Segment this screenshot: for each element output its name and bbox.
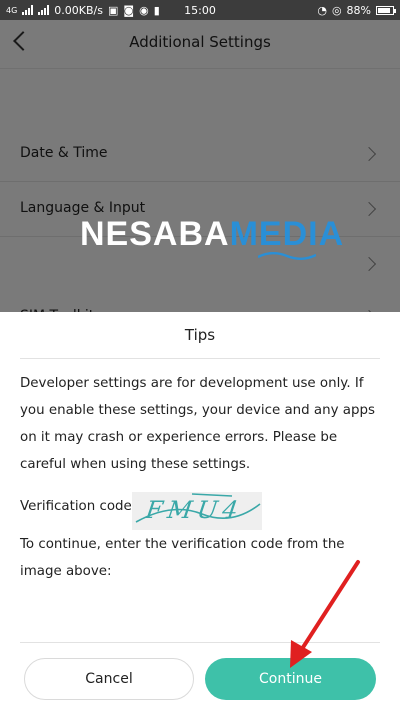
dialog-title: Tips xyxy=(184,326,216,344)
notification-icon: ▮ xyxy=(153,3,160,17)
signal-icon-2 xyxy=(38,5,50,15)
battery-icon xyxy=(376,5,396,15)
tips-dialog: Tips Developer settings are for developm… xyxy=(0,312,400,711)
chrome-icon: ◉ xyxy=(139,3,149,17)
alarm-icon: ◔ xyxy=(317,3,327,17)
network-speed: 0.00KB/s xyxy=(54,3,103,17)
cancel-button[interactable]: Cancel xyxy=(24,658,194,700)
verification-hint: To continue, enter the verification code… xyxy=(20,537,345,579)
battery-percent: 88% xyxy=(346,3,371,17)
status-bar: 4G 0.00KB/s ▣ ◙ ◉ ▮ 15:00 ◔ ◎ 88% xyxy=(0,0,400,20)
wave-icon xyxy=(258,252,316,260)
captcha-image: FMU4 xyxy=(132,492,262,530)
signal-icon xyxy=(22,5,34,15)
verification-label: Verification code: xyxy=(20,499,137,514)
divider xyxy=(20,358,380,359)
captcha-noise xyxy=(135,493,261,523)
instagram-icon: ◙ xyxy=(123,3,135,17)
watermark-logo: NESABAMEDIA xyxy=(80,215,344,254)
divider xyxy=(20,642,380,643)
network-type: 4G xyxy=(6,5,18,15)
continue-button[interactable]: Continue xyxy=(205,658,376,700)
eye-icon: ◎ xyxy=(331,3,342,17)
watermark-text-2: MEDIA xyxy=(229,215,345,253)
dialog-message: Developer settings are for development u… xyxy=(20,376,375,472)
watermark-text-1: NESABA xyxy=(80,215,230,253)
image-icon: ▣ xyxy=(108,3,119,17)
